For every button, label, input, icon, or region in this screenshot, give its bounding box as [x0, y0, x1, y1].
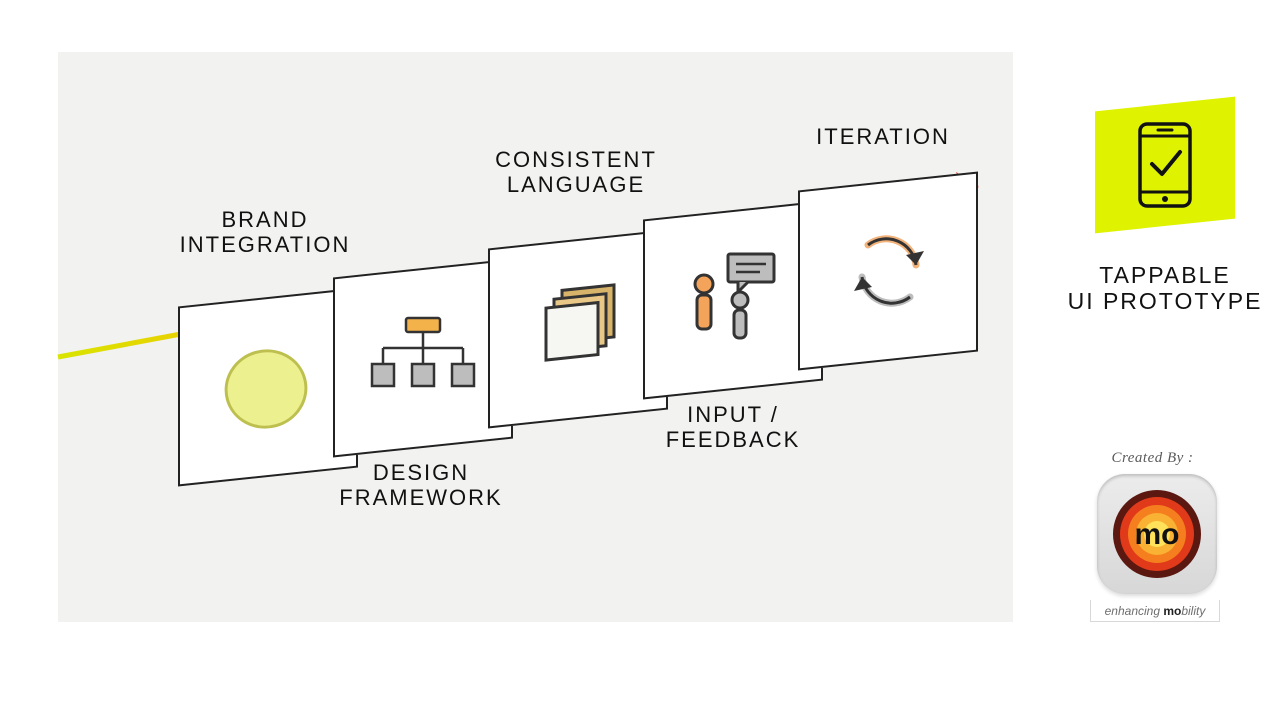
cycle-icon	[828, 211, 948, 331]
card-consistent-language	[488, 230, 668, 429]
brand-circle-icon	[208, 327, 328, 447]
tagline-suffix: bility	[1181, 604, 1205, 618]
layers-icon	[518, 269, 638, 389]
result-tile	[1095, 97, 1235, 234]
tagline: enhancing mobility	[1090, 600, 1220, 622]
process-panel: BRAND INTEGRATION DESIGN	[58, 52, 1013, 622]
page: BRAND INTEGRATION DESIGN	[0, 0, 1280, 711]
created-by-heading: Created By :	[1040, 450, 1265, 467]
label-lang-line1: CONSISTENT	[495, 147, 657, 172]
label-design-line2: FRAMEWORK	[339, 485, 502, 510]
tagline-bold: mo	[1163, 604, 1181, 618]
label-fb-line1: INPUT /	[687, 402, 779, 427]
card-iteration	[798, 172, 978, 371]
result-line2: UI PROTOTYPE	[1068, 288, 1263, 314]
label-iter-line1: ITERATION	[816, 124, 950, 149]
label-brand-integration: BRAND INTEGRATION	[140, 207, 390, 258]
label-brand-line2: INTEGRATION	[180, 232, 351, 257]
label-fb-line2: FEEDBACK	[666, 427, 801, 452]
mo-text: mo	[1135, 518, 1180, 551]
tagline-prefix: enhancing	[1105, 604, 1164, 618]
card-design-framework	[333, 259, 513, 458]
phone-check-icon	[1130, 120, 1200, 210]
card-input-feedback	[643, 201, 823, 400]
label-lang-line2: LANGUAGE	[507, 172, 645, 197]
result-line1: TAPPABLE	[1099, 262, 1230, 288]
creator-logo: mo enhancing mobility	[1092, 474, 1222, 622]
label-iteration: ITERATION	[778, 124, 988, 149]
mo-app-badge-icon: mo	[1097, 474, 1217, 594]
result-column: TAPPABLE UI PROTOTYPE Created By : mo en…	[1040, 52, 1265, 622]
label-brand-line1: BRAND	[221, 207, 308, 232]
label-design-line1: DESIGN	[373, 460, 469, 485]
label-result: TAPPABLE UI PROTOTYPE	[1040, 262, 1280, 315]
card-brand-integration	[178, 288, 358, 487]
label-design-framework: DESIGN FRAMEWORK	[311, 460, 531, 511]
label-input-feedback: INPUT / FEEDBACK	[628, 402, 838, 453]
org-chart-icon	[358, 298, 488, 418]
label-consistent-language: CONSISTENT LANGUAGE	[456, 147, 696, 198]
people-chat-icon	[668, 240, 798, 360]
